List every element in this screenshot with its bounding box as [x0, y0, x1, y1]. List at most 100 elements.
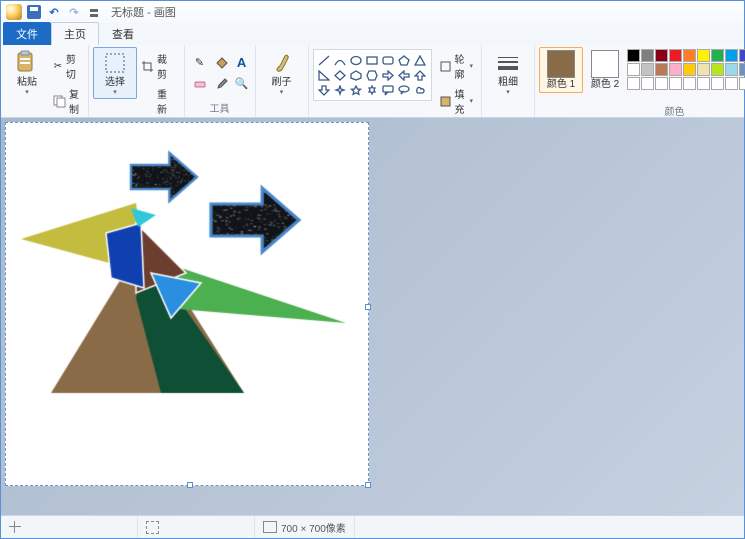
- dimensions-icon: [263, 521, 277, 533]
- pencil-tool[interactable]: ✎: [189, 51, 211, 73]
- picker-tool[interactable]: [210, 72, 232, 94]
- palette-swatch[interactable]: [697, 77, 710, 90]
- palette-swatch[interactable]: [641, 77, 654, 90]
- ribbon-tabs: 文件 主页 查看: [1, 23, 744, 45]
- palette-swatch[interactable]: [683, 63, 696, 76]
- color-palette: [627, 47, 745, 90]
- paste-button[interactable]: 粘贴 ▾: [5, 47, 49, 99]
- stroke-button[interactable]: 粗细 ▾: [486, 47, 530, 99]
- tab-home[interactable]: 主页: [51, 22, 99, 45]
- shape-fill-button[interactable]: 填充▾: [435, 84, 478, 118]
- palette-swatch[interactable]: [711, 63, 724, 76]
- palette-swatch[interactable]: [669, 63, 682, 76]
- palette-swatch[interactable]: [725, 63, 738, 76]
- shape-star5[interactable]: [349, 83, 364, 97]
- color2-swatch: [591, 50, 619, 78]
- shape-pentagon[interactable]: [349, 68, 364, 82]
- group-brushes: 刷子 ▾: [256, 45, 309, 117]
- drawing: [6, 123, 368, 485]
- palette-swatch[interactable]: [669, 77, 682, 90]
- shape-outline-button[interactable]: 轮廓▾: [435, 49, 478, 83]
- palette-swatch[interactable]: [739, 49, 745, 62]
- qat-customize[interactable]: 〓: [85, 3, 103, 21]
- group-image: 选择 ▾ 裁剪 重新调整大小 ⟳旋转▾ 图像: [89, 45, 185, 117]
- status-selection: [138, 516, 255, 538]
- palette-swatch[interactable]: [739, 63, 745, 76]
- palette-swatch[interactable]: [641, 63, 654, 76]
- palette-swatch[interactable]: [697, 63, 710, 76]
- crop-button[interactable]: 裁剪: [137, 49, 180, 83]
- tab-file[interactable]: 文件: [3, 22, 51, 45]
- shape-roundrect[interactable]: [381, 53, 396, 67]
- group-clipboard: 粘贴 ▾ ✂剪切 复制 剪贴板: [1, 45, 89, 117]
- shape-rtriangle[interactable]: [317, 68, 332, 82]
- status-bar: 700 × 700像素: [1, 515, 744, 538]
- fill-tool[interactable]: [210, 51, 232, 73]
- brushes-button[interactable]: 刷子 ▾: [260, 47, 304, 99]
- title-bar: ↶ ↷ 〓 无标题 - 画图: [1, 1, 744, 23]
- palette-swatch[interactable]: [683, 49, 696, 62]
- canvas[interactable]: [5, 122, 369, 486]
- color1-button[interactable]: 颜色 1: [539, 47, 583, 93]
- group-colors: 颜色 1 颜色 2 编辑颜色 颜色: [535, 45, 745, 117]
- shape-callout-oval[interactable]: [397, 83, 412, 97]
- color2-button[interactable]: 颜色 2: [583, 47, 627, 93]
- workspace[interactable]: [1, 118, 744, 515]
- redo-button[interactable]: ↷: [65, 3, 83, 21]
- crosshair-icon: [9, 521, 21, 533]
- shape-line[interactable]: [317, 53, 332, 67]
- shape-callout-cloud[interactable]: [413, 83, 428, 97]
- shape-triangle[interactable]: [413, 53, 428, 67]
- copy-button[interactable]: 复制: [49, 84, 84, 118]
- shape-callout-rect[interactable]: [381, 83, 396, 97]
- fill-icon: [439, 94, 452, 108]
- palette-swatch[interactable]: [627, 77, 640, 90]
- eraser-tool[interactable]: [189, 72, 211, 94]
- shape-star4[interactable]: [333, 83, 348, 97]
- palette-swatch[interactable]: [697, 49, 710, 62]
- copy-icon: [53, 94, 66, 108]
- scissors-icon: ✂: [53, 59, 63, 73]
- shape-oval[interactable]: [349, 53, 364, 67]
- palette-swatch[interactable]: [627, 49, 640, 62]
- stroke-icon: [495, 50, 521, 76]
- palette-swatch[interactable]: [669, 49, 682, 62]
- palette-swatch[interactable]: [711, 49, 724, 62]
- shape-curve[interactable]: [333, 53, 348, 67]
- color1-swatch: [547, 50, 575, 78]
- shape-arrow-u[interactable]: [413, 68, 428, 82]
- palette-swatch[interactable]: [725, 77, 738, 90]
- select-icon: [102, 50, 128, 76]
- palette-swatch[interactable]: [641, 49, 654, 62]
- shape-arrow-r[interactable]: [381, 68, 396, 82]
- tab-view[interactable]: 查看: [99, 22, 147, 45]
- group-shapes: 轮廓▾ 填充▾ 形状: [309, 45, 483, 117]
- palette-swatch[interactable]: [683, 77, 696, 90]
- shape-arrow-d[interactable]: [317, 83, 332, 97]
- quick-access-toolbar: ↶ ↷ 〓: [5, 3, 103, 21]
- cut-button[interactable]: ✂剪切: [49, 49, 84, 83]
- shape-diamond[interactable]: [333, 68, 348, 82]
- palette-swatch[interactable]: [739, 77, 745, 90]
- shape-polygon[interactable]: [397, 53, 412, 67]
- palette-swatch[interactable]: [725, 49, 738, 62]
- palette-swatch[interactable]: [655, 77, 668, 90]
- undo-button[interactable]: ↶: [45, 3, 63, 21]
- palette-swatch[interactable]: [711, 77, 724, 90]
- palette-swatch[interactable]: [655, 63, 668, 76]
- chevron-down-icon: ▾: [25, 88, 29, 96]
- save-button[interactable]: [25, 3, 43, 21]
- shape-rect[interactable]: [365, 53, 380, 67]
- shape-arrow-l[interactable]: [397, 68, 412, 82]
- shape-hexagon[interactable]: [365, 68, 380, 82]
- chevron-down-icon: ▾: [113, 88, 117, 96]
- text-tool[interactable]: A: [231, 51, 253, 73]
- palette-swatch[interactable]: [627, 63, 640, 76]
- outline-icon: [439, 59, 452, 73]
- window-title: 无标题 - 画图: [111, 4, 176, 20]
- select-button[interactable]: 选择 ▾: [93, 47, 137, 99]
- zoom-tool[interactable]: 🔍: [231, 72, 253, 94]
- palette-swatch[interactable]: [655, 49, 668, 62]
- shapes-gallery[interactable]: [313, 49, 432, 101]
- shape-star6[interactable]: [365, 83, 380, 97]
